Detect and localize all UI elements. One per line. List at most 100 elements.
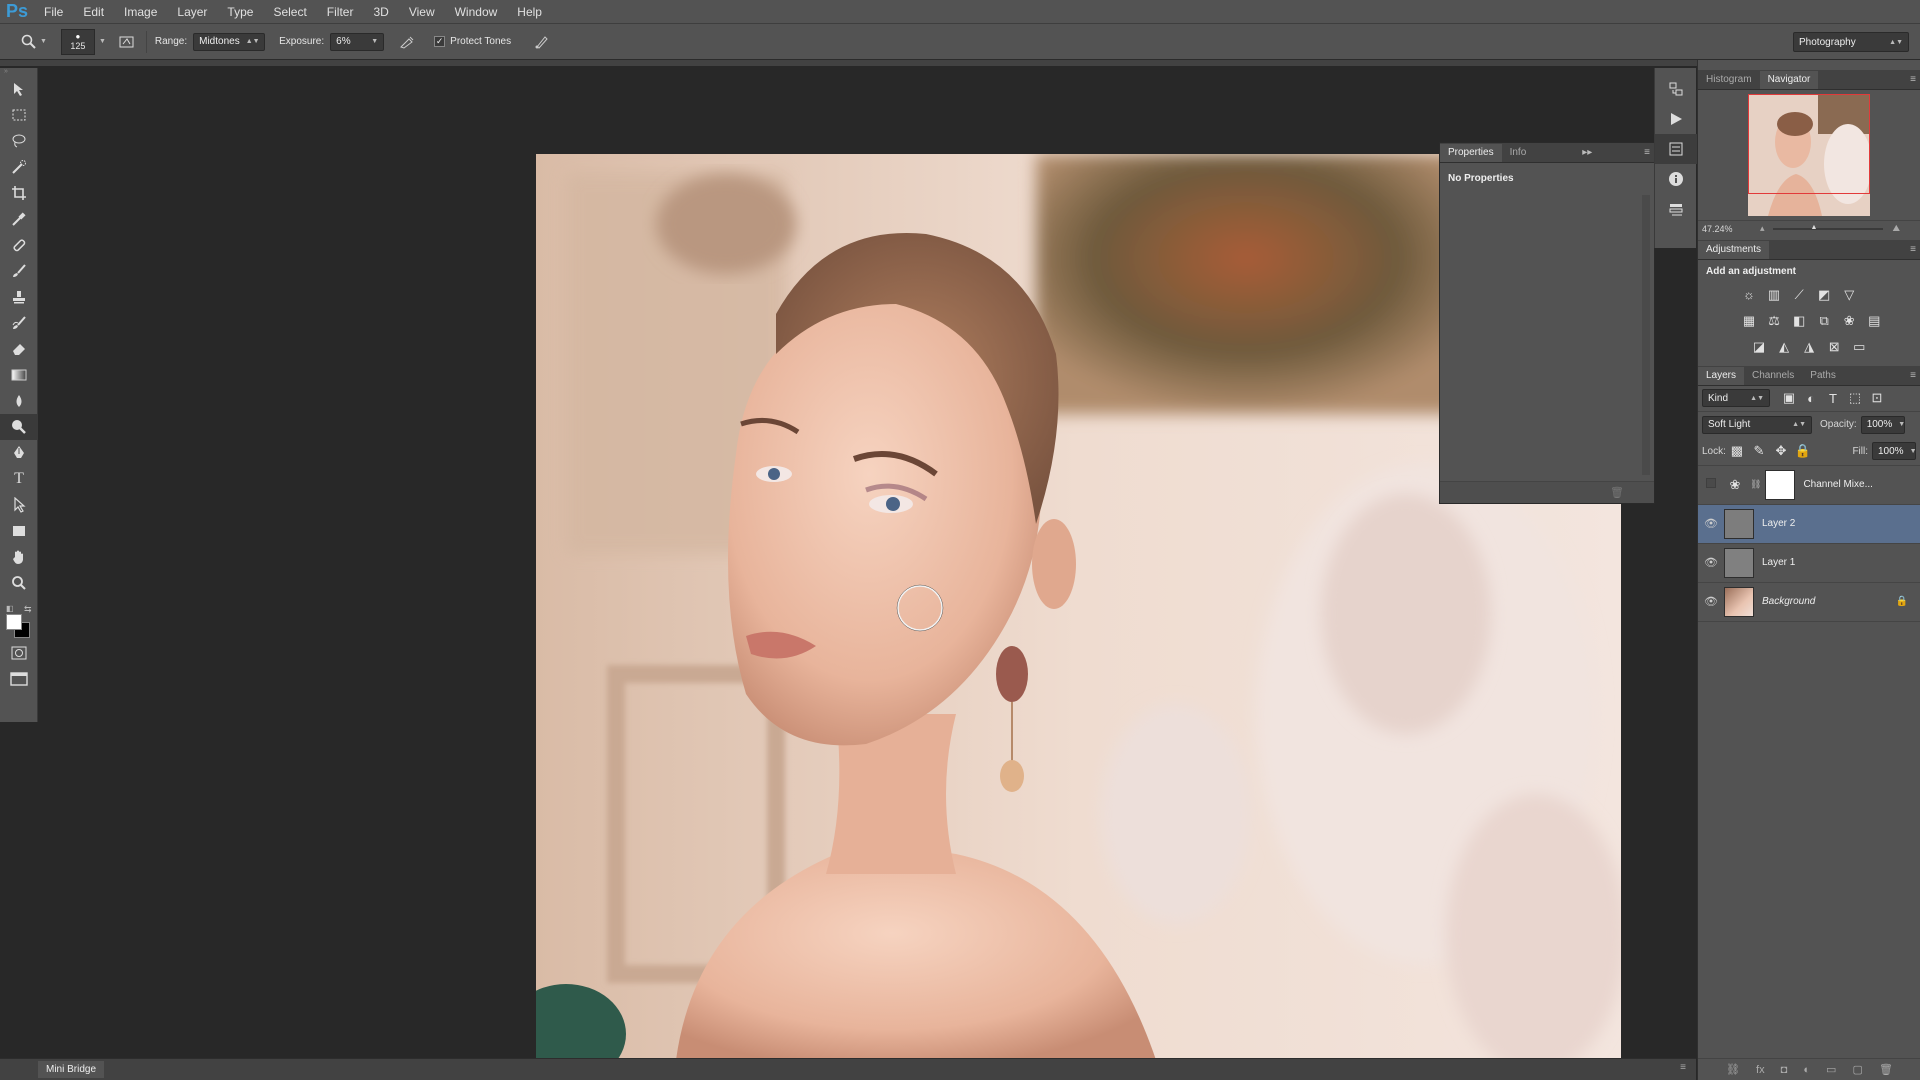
actions-panel-icon[interactable] — [1655, 104, 1697, 134]
move-tool-icon[interactable] — [0, 76, 38, 102]
new-layer-icon[interactable]: ▢ — [1853, 1063, 1863, 1076]
eye-icon[interactable]: 👁 — [1698, 517, 1724, 530]
new-adjustment-icon[interactable]: ◐ — [1803, 1064, 1810, 1076]
layer-style-icon[interactable]: fx — [1756, 1064, 1765, 1076]
menu-help[interactable]: Help — [507, 0, 552, 24]
screen-mode-icon[interactable] — [0, 666, 38, 692]
vibrance-icon[interactable]: ▽ — [1838, 284, 1860, 306]
quick-mask-icon[interactable] — [0, 640, 38, 666]
eye-icon[interactable]: 👁 — [1698, 556, 1724, 569]
new-group-icon[interactable]: ▭ — [1826, 1063, 1836, 1076]
blur-tool-icon[interactable] — [0, 388, 38, 414]
gradient-tool-icon[interactable] — [0, 362, 38, 388]
layer-row-layer-2[interactable]: 👁 Layer 2 — [1698, 504, 1920, 544]
menu-filter[interactable]: Filter — [317, 0, 364, 24]
adjustments-menu-icon[interactable]: ≡ — [1910, 241, 1916, 259]
tab-histogram[interactable]: Histogram — [1698, 71, 1760, 89]
airbrush-icon[interactable] — [396, 31, 418, 53]
menu-view[interactable]: View — [399, 0, 445, 24]
marquee-tool-icon[interactable] — [0, 102, 38, 128]
opacity-chevron-icon[interactable]: ▼ — [1898, 421, 1905, 428]
visibility-toggle[interactable] — [1698, 478, 1724, 491]
tab-channels[interactable]: Channels — [1744, 367, 1802, 385]
filter-shape-icon[interactable]: ⬚ — [1844, 387, 1866, 409]
dodge-tool-preset-icon[interactable] — [18, 31, 40, 53]
eyedropper-tool-icon[interactable] — [0, 206, 38, 232]
menu-layer[interactable]: Layer — [167, 0, 217, 24]
filter-adjustment-icon[interactable]: ◐ — [1800, 387, 1822, 409]
swap-colors-icon[interactable]: ⇆ — [24, 604, 32, 615]
color-balance-icon[interactable]: ⚖ — [1763, 310, 1785, 332]
photo-filter-icon[interactable]: ⧉ — [1813, 310, 1835, 332]
tab-navigator[interactable]: Navigator — [1759, 71, 1819, 89]
dodge-tool-icon[interactable] — [0, 414, 38, 440]
exposure-input[interactable]: 6% ▼ — [330, 32, 385, 51]
eye-icon[interactable]: 👁 — [1698, 595, 1724, 608]
lock-pixels-icon[interactable]: ✎ — [1748, 440, 1770, 462]
tab-info[interactable]: Info — [1502, 144, 1535, 162]
menu-type[interactable]: Type — [217, 0, 263, 24]
lasso-tool-icon[interactable] — [0, 128, 38, 154]
healing-brush-tool-icon[interactable] — [0, 232, 38, 258]
hand-tool-icon[interactable] — [0, 544, 38, 570]
lock-position-icon[interactable]: ✥ — [1770, 440, 1792, 462]
levels-icon[interactable]: ▥ — [1763, 284, 1785, 306]
pressure-size-icon[interactable] — [531, 31, 553, 53]
filter-pixel-icon[interactable]: ▣ — [1778, 387, 1800, 409]
navigator-view-box[interactable] — [1748, 94, 1870, 194]
channel-mixer-icon[interactable]: ❀ — [1838, 310, 1860, 332]
hue-saturation-icon[interactable]: ▦ — [1738, 310, 1760, 332]
clone-stamp-tool-icon[interactable] — [0, 284, 38, 310]
tab-properties[interactable]: Properties — [1440, 144, 1502, 162]
zoom-value[interactable]: 47.24% — [1702, 224, 1752, 234]
zoom-slider[interactable]: ▲ — [1772, 224, 1883, 231]
filter-smart-object-icon[interactable]: ⊡ — [1866, 387, 1888, 409]
properties-scrollbar[interactable] — [1642, 195, 1650, 475]
type-tool-icon[interactable]: T — [0, 466, 38, 492]
lock-all-icon[interactable]: 🔒 — [1792, 440, 1814, 462]
brush-chevron-down-icon[interactable]: ▼ — [99, 38, 106, 45]
gradient-map-icon[interactable]: ▭ — [1848, 336, 1870, 358]
tab-adjustments[interactable]: Adjustments — [1698, 241, 1770, 259]
delete-layer-icon[interactable]: 🗑 — [1879, 1063, 1893, 1076]
info-panel-icon[interactable] — [1655, 164, 1697, 194]
history-brush-tool-icon[interactable] — [0, 310, 38, 336]
menu-image[interactable]: Image — [114, 0, 167, 24]
black-white-icon[interactable]: ◧ — [1788, 310, 1810, 332]
default-colors-icon[interactable]: ◧ — [6, 604, 14, 613]
link-layers-icon[interactable]: ⛓ — [1726, 1063, 1740, 1076]
lock-transparency-icon[interactable]: ▩ — [1726, 440, 1748, 462]
trash-icon[interactable]: 🗑 — [1610, 486, 1624, 499]
blend-mode-select[interactable]: Soft Light ▲▼ — [1702, 415, 1812, 434]
tab-mini-bridge[interactable]: Mini Bridge — [38, 1061, 105, 1078]
menu-select[interactable]: Select — [263, 0, 316, 24]
foreground-color-swatch[interactable] — [6, 614, 22, 630]
mini-bridge-menu-icon[interactable]: ≡ — [1680, 1062, 1686, 1073]
layers-menu-icon[interactable]: ≡ — [1910, 367, 1916, 385]
pen-tool-icon[interactable] — [0, 440, 38, 466]
brush-tool-icon[interactable] — [0, 258, 38, 284]
tab-paths[interactable]: Paths — [1802, 367, 1844, 385]
invert-icon[interactable]: ◪ — [1748, 336, 1770, 358]
protect-tones-checkbox[interactable]: ✓ Protect Tones — [434, 36, 511, 47]
curves-icon[interactable]: ⟋ — [1788, 284, 1810, 306]
menu-edit[interactable]: Edit — [73, 0, 114, 24]
tab-layers[interactable]: Layers — [1698, 366, 1745, 385]
quick-select-tool-icon[interactable] — [0, 154, 38, 180]
workspace-switcher[interactable]: Photography ▲▼ — [1793, 32, 1909, 52]
layer-row-layer-1[interactable]: 👁 Layer 1 — [1698, 544, 1920, 583]
menu-file[interactable]: File — [34, 0, 73, 24]
threshold-icon[interactable]: ◮ — [1798, 336, 1820, 358]
selective-color-icon[interactable]: ⊠ — [1823, 336, 1845, 358]
layer-row-channel-mixer[interactable]: ❀ ⛓ Channel Mixe... — [1698, 466, 1920, 505]
color-lookup-icon[interactable]: ▤ — [1863, 310, 1885, 332]
properties-panel-icon[interactable] — [1655, 134, 1697, 164]
layer-filter-select[interactable]: Kind ▲▼ — [1702, 389, 1770, 407]
zoom-tool-icon[interactable] — [0, 570, 38, 596]
navigator-preview[interactable] — [1698, 90, 1920, 220]
crop-tool-icon[interactable] — [0, 180, 38, 206]
zoom-out-icon[interactable]: ▴ — [1760, 223, 1765, 234]
brightness-contrast-icon[interactable]: ☼ — [1738, 283, 1760, 305]
add-mask-icon[interactable]: ◘ — [1781, 1064, 1788, 1076]
history-panel-icon[interactable] — [1655, 74, 1697, 104]
